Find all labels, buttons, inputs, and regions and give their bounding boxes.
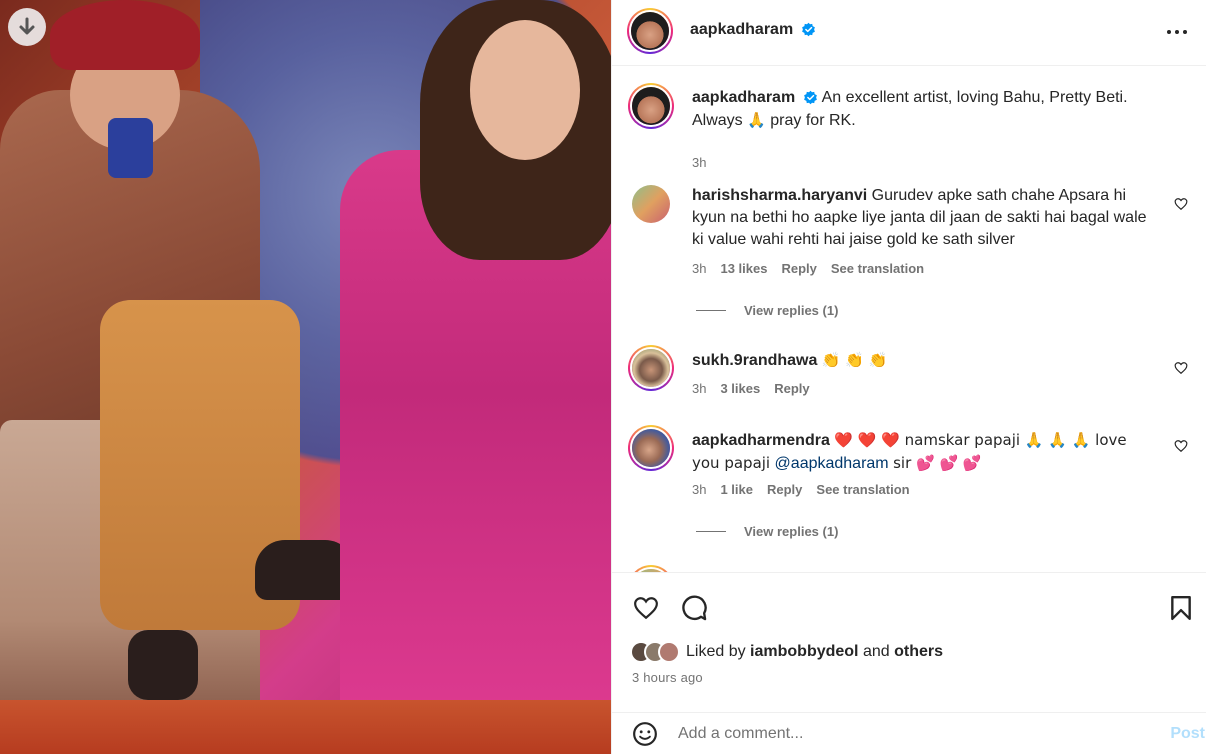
folded-hands-emoji: 🙏 xyxy=(747,111,766,129)
post-comment-button[interactable]: Post xyxy=(1170,725,1205,743)
comment-meta: 3h 1 like Reply See translation xyxy=(692,482,910,497)
comment-text: harishsharma.haryanvi Gurudev apke sath … xyxy=(692,185,1152,251)
download-button[interactable] xyxy=(8,8,46,46)
caption-line1: An excellent artist, loving Bahu, Pretty… xyxy=(821,89,1128,106)
arrow-down-icon xyxy=(19,17,35,35)
liker-avatars xyxy=(630,641,680,663)
commenter-username[interactable]: harishsharma.haryanvi xyxy=(692,187,867,204)
author-username[interactable]: aapkadharam xyxy=(690,21,793,38)
bookmark-icon[interactable] xyxy=(1169,595,1193,621)
reply-button[interactable]: Reply xyxy=(781,261,816,276)
comment-text: sukh.9randhawa 👏 👏 👏 xyxy=(692,349,1152,372)
comment-item: aapkadharmendra ❤️ ❤️ ❤️ namskar papaji … xyxy=(628,425,1188,555)
liked-by-label: Liked by xyxy=(686,643,746,660)
likes-summary[interactable]: Liked by iambobbydeol and others xyxy=(630,641,943,663)
reply-button[interactable]: Reply xyxy=(774,381,809,396)
commenter-username[interactable]: sukh.9randhawa xyxy=(692,352,817,369)
caption-text: aapkadharam An excellent artist, loving … xyxy=(692,87,1152,132)
caption: aapkadharam An excellent artist, loving … xyxy=(628,83,1188,170)
comment-likes[interactable]: 13 likes xyxy=(720,261,767,276)
caption-meta: 3h xyxy=(692,155,706,170)
comment-bubble-icon[interactable] xyxy=(680,594,708,622)
verified-badge-icon xyxy=(803,91,817,105)
emoji-smiley-icon[interactable] xyxy=(632,721,658,747)
comment-item: harishsharma.haryanvi Gurudev apke sath … xyxy=(628,185,1188,325)
see-translation-button[interactable]: See translation xyxy=(816,482,909,497)
comment-body: 👏 👏 👏 xyxy=(821,351,888,369)
commenter-username[interactable]: aapkadharmendra xyxy=(692,432,830,449)
microphone xyxy=(108,118,153,178)
view-replies-label: View replies (1) xyxy=(744,524,839,539)
comment-body-end: sir 💕 💕 💕 xyxy=(893,454,982,472)
comment-likes[interactable]: 1 like xyxy=(720,482,753,497)
stage-floor xyxy=(0,700,611,754)
post-panel: aapkadharam aapkadharam An excellent art… xyxy=(611,0,1206,754)
comment-item: sukh.9randhawa 👏 👏 👏 3h 3 likes Reply xyxy=(628,345,1188,405)
others-link[interactable]: others xyxy=(894,643,943,661)
commenter-avatar[interactable] xyxy=(632,185,670,223)
and-label: and xyxy=(862,643,890,660)
comment-time[interactable]: 3h xyxy=(692,381,706,396)
comments-list[interactable]: aapkadharam An excellent artist, loving … xyxy=(612,67,1206,572)
add-comment-bar: Post xyxy=(612,712,1206,754)
commenter-avatar[interactable] xyxy=(628,565,674,572)
like-comment-heart-icon[interactable] xyxy=(1174,361,1188,375)
shoe xyxy=(128,630,198,700)
mention-link[interactable]: @aapkadharam xyxy=(775,455,889,472)
verified-badge-icon xyxy=(801,23,815,37)
see-translation-button[interactable]: See translation xyxy=(831,261,924,276)
view-replies-label: View replies (1) xyxy=(744,303,839,318)
liker-username[interactable]: iambobbydeol xyxy=(750,643,858,661)
caption-time[interactable]: 3h xyxy=(692,155,706,170)
woman-face xyxy=(470,20,580,160)
caption-line2a: Always xyxy=(692,112,743,129)
reply-button[interactable]: Reply xyxy=(767,482,802,497)
divider-line xyxy=(696,531,726,532)
view-replies-button[interactable]: View replies (1) xyxy=(696,303,838,318)
comment-input[interactable] xyxy=(678,723,1128,745)
post-actions: Liked by iambobbydeol and others 3 hours… xyxy=(612,572,1206,692)
caption-username[interactable]: aapkadharam xyxy=(692,89,795,106)
comment-text: aapkadharmendra ❤️ ❤️ ❤️ namskar papaji … xyxy=(692,429,1152,475)
comment-meta: 3h 3 likes Reply xyxy=(692,381,810,396)
post-timestamp[interactable]: 3 hours ago xyxy=(632,670,703,685)
view-replies-button[interactable]: View replies (1) xyxy=(696,524,838,539)
caption-avatar[interactable] xyxy=(628,83,674,129)
comment-meta: 3h 13 likes Reply See translation xyxy=(692,261,924,276)
comment-time[interactable]: 3h xyxy=(692,482,706,497)
author-avatar[interactable] xyxy=(627,8,673,54)
like-comment-heart-icon[interactable] xyxy=(1174,439,1188,453)
comment-time[interactable]: 3h xyxy=(692,261,706,276)
post-header: aapkadharam xyxy=(612,0,1206,66)
like-heart-icon[interactable] xyxy=(632,595,660,621)
caption-line2b: pray for RK. xyxy=(770,112,856,129)
commenter-avatar[interactable] xyxy=(628,345,674,391)
post-image[interactable] xyxy=(0,0,611,754)
divider-line xyxy=(696,310,726,311)
more-options-icon[interactable] xyxy=(1165,22,1189,42)
commenter-avatar[interactable] xyxy=(628,425,674,471)
comment-likes[interactable]: 3 likes xyxy=(720,381,760,396)
man-hat xyxy=(50,0,200,70)
like-comment-heart-icon[interactable] xyxy=(1174,197,1188,211)
